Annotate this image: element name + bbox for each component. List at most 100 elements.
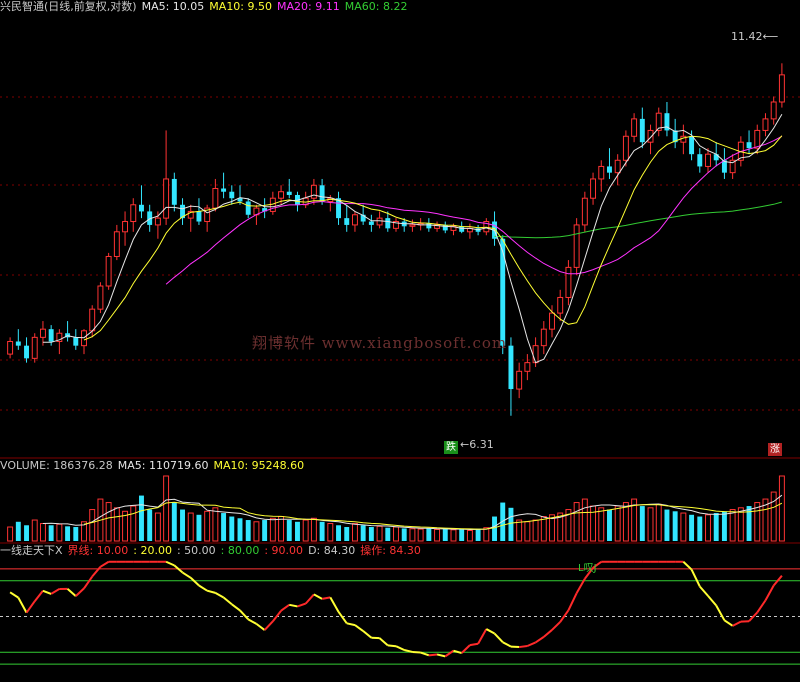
candle-body (24, 345, 29, 359)
low-price-value: 6.31 (469, 438, 494, 451)
candle-body (459, 226, 465, 232)
indicator-d-segment (469, 642, 479, 647)
volume-bar (516, 519, 523, 542)
indicator-d-segment (559, 609, 570, 623)
volume-bar (442, 528, 448, 541)
indicator-d-segment (477, 628, 488, 645)
indicator-d-segment (304, 593, 315, 605)
volume-bar (729, 509, 736, 542)
candle-body (113, 231, 120, 257)
volume-bar (237, 518, 243, 541)
d-value-label: D: 84.30 (308, 544, 356, 557)
volume-bar (466, 530, 473, 542)
volume-bar (139, 495, 144, 541)
indicator-d-segment (231, 603, 241, 612)
indicator-d-segment (263, 620, 274, 631)
candle-body (212, 188, 219, 209)
indicator-d-segment (378, 637, 389, 647)
ma60-label: MA60: 8.22 (344, 0, 408, 13)
volume-bar (590, 505, 597, 542)
candle-body (639, 118, 645, 143)
candle-body (508, 345, 514, 390)
candle-body (368, 221, 374, 225)
candle-body (614, 159, 621, 174)
candle-body (221, 188, 227, 192)
candle-body (319, 185, 325, 202)
candle-body (122, 221, 129, 233)
candle-body (154, 217, 161, 226)
indicator-d-segment (337, 611, 348, 624)
volume-ma5-line (42, 494, 783, 531)
volume-bar (721, 511, 727, 541)
candle-body (746, 142, 752, 149)
candle-body (310, 184, 317, 199)
indicator-d-segment (707, 595, 717, 607)
volume-bar (327, 523, 334, 542)
candle-body (385, 218, 391, 229)
indicator-d-segment (289, 603, 298, 608)
candle-body (697, 154, 703, 167)
candle-body (622, 135, 629, 161)
down-badge: 跌 (444, 441, 458, 454)
indicator-d-segment (412, 650, 421, 654)
indicator-d-segment (699, 585, 709, 597)
indicator-d-segment (75, 587, 85, 597)
high-price-marker: 11.42⟵ (731, 30, 778, 43)
bound-50-label: : 50.00 (176, 544, 216, 557)
volume-bar (459, 529, 465, 541)
indicator-d-segment (239, 609, 249, 621)
candle-body (516, 370, 523, 390)
indicator-d-segment (33, 590, 44, 602)
volume-bar (154, 512, 161, 542)
ma5-line (42, 114, 783, 364)
indicator-d-segment (428, 653, 438, 657)
candle-body (607, 166, 612, 173)
indicator-d-segment (83, 575, 94, 589)
candle-body (89, 308, 96, 332)
candle-body (344, 218, 350, 225)
indicator-d-segment (9, 591, 19, 599)
volume-bar (664, 509, 670, 541)
volume-bar (434, 528, 441, 542)
bound-20-label: : 20.00 (133, 544, 172, 557)
volume-bar (278, 516, 285, 542)
volume-bar (245, 520, 251, 541)
candle-body (286, 191, 292, 195)
indicator-d-segment (181, 571, 192, 579)
low-price-marker: ←6.31 (460, 438, 494, 451)
indicator-d-segment (190, 577, 200, 587)
volume-bar (15, 521, 21, 541)
candle-body (500, 238, 506, 346)
candle-body (689, 136, 695, 155)
candle-body (524, 362, 531, 372)
indicator-d-segment (329, 596, 340, 613)
bound-90-label: : 90.00 (264, 544, 304, 557)
candle-body (130, 204, 137, 223)
indicator-d-segment (280, 604, 290, 612)
indicator-d-segment (732, 620, 742, 627)
volume-bar (607, 509, 612, 541)
indicator-d-segment (535, 636, 545, 644)
indicator-d-segment (91, 566, 102, 578)
volume-bar (344, 527, 350, 541)
volume-header: VOLUME: 186376.28 MA5: 110719.60 MA10: 952… (0, 459, 309, 473)
candle-body (196, 211, 202, 222)
indicator-d-segment (436, 653, 446, 658)
candle-body (581, 197, 588, 226)
candle-body (278, 191, 285, 199)
indicator-d-segment (255, 623, 266, 631)
indicator-d-segment (756, 599, 767, 614)
volume-bar (532, 519, 539, 542)
indicator-d-segment (99, 560, 110, 568)
indicator-d-segment (387, 644, 397, 648)
volume-bar (508, 507, 514, 541)
high-price-value: 11.42 (731, 30, 763, 43)
volume-bar (24, 525, 29, 541)
indicator-d-segment (354, 624, 364, 632)
candle-body (705, 153, 711, 167)
volume-bar (39, 523, 46, 542)
volume-bar (48, 525, 54, 541)
volume-bar (105, 502, 112, 542)
indicator-d-segment (551, 621, 561, 631)
indicator-d-segment (362, 630, 373, 639)
